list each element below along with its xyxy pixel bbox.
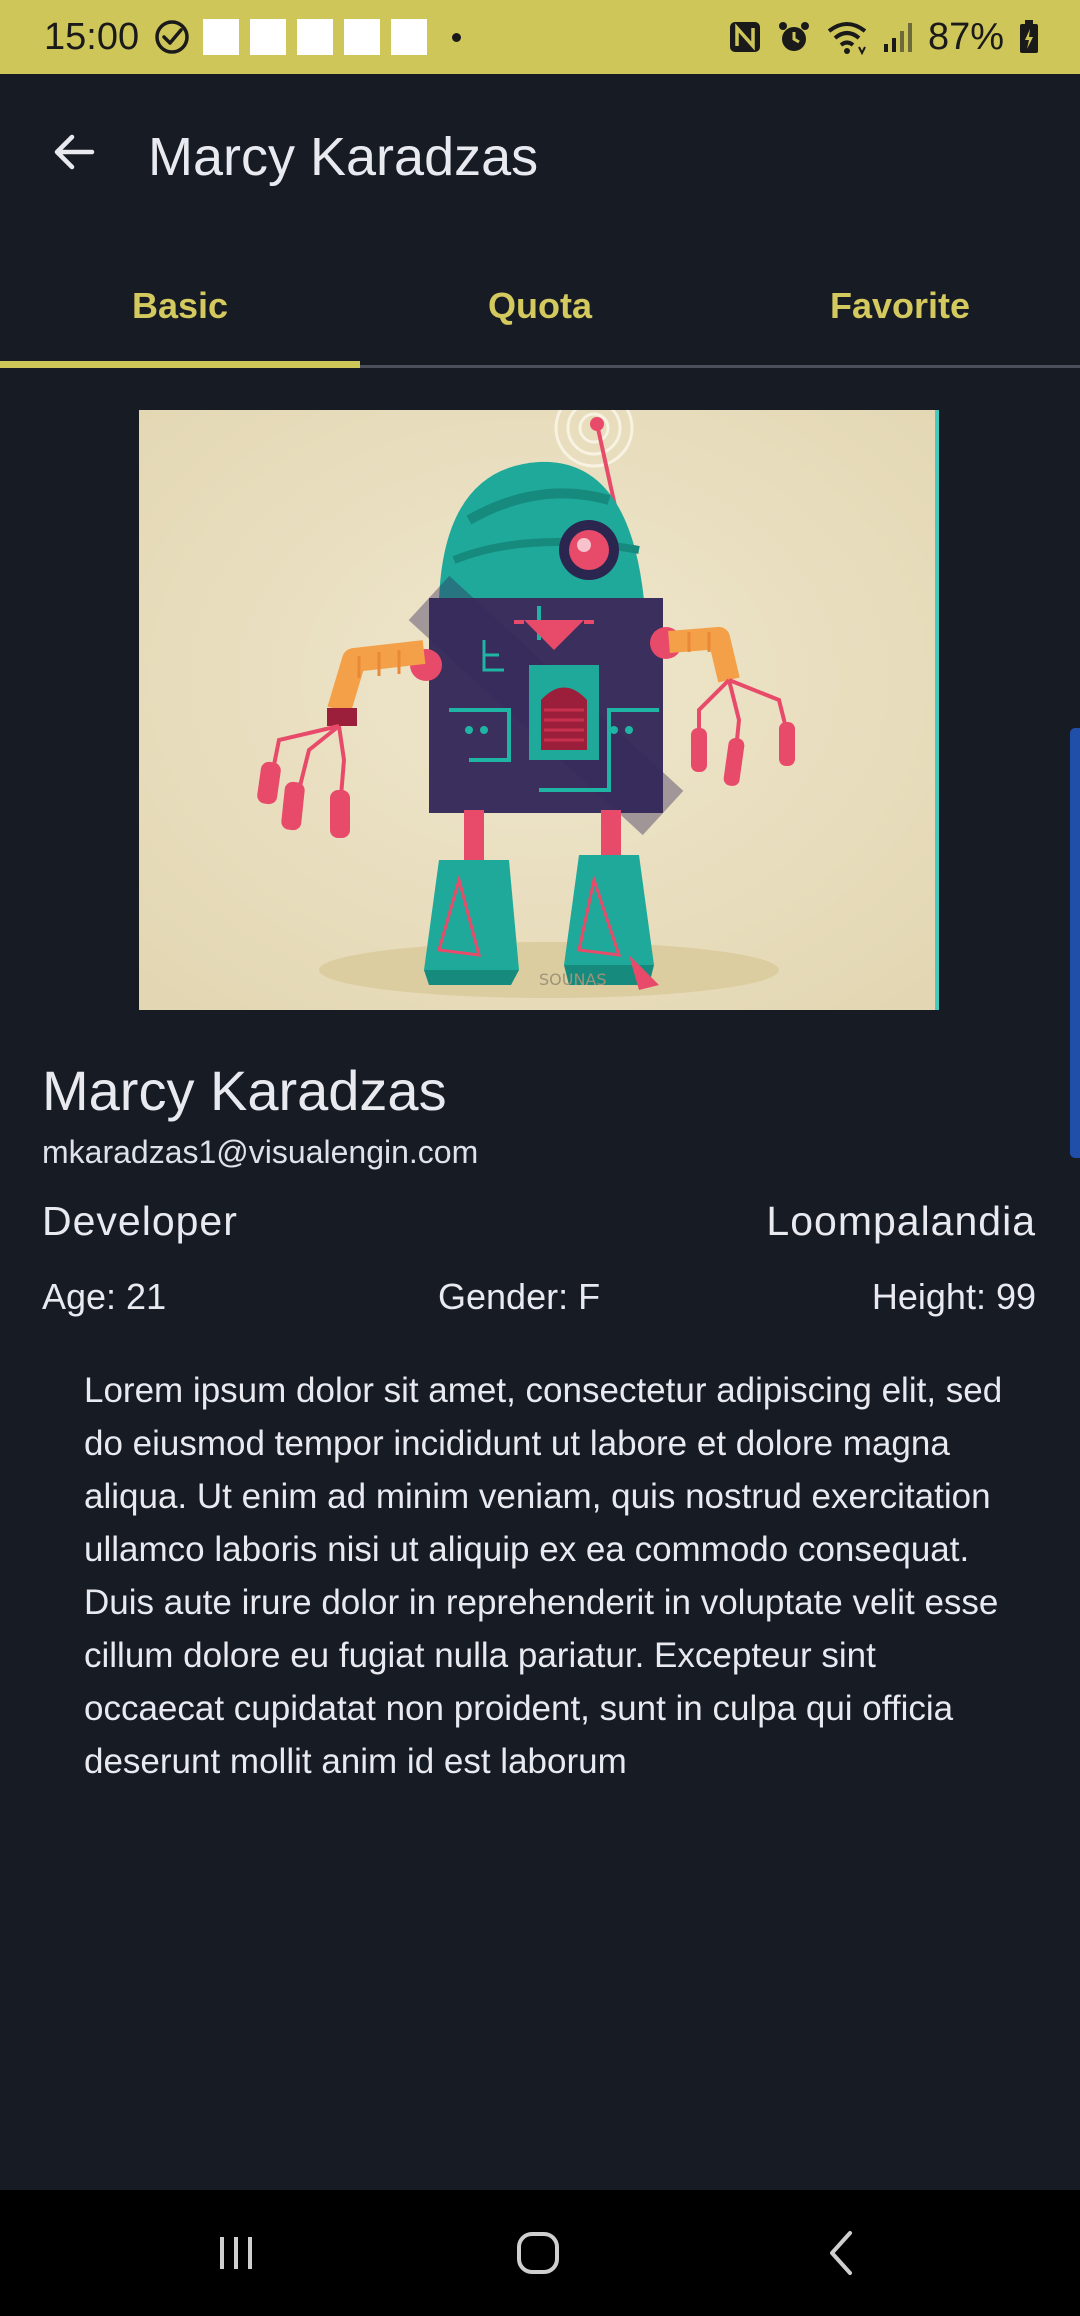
back-icon bbox=[830, 2231, 852, 2275]
nav-back-button[interactable] bbox=[797, 2218, 887, 2288]
profile-location: Loompalandia bbox=[766, 1198, 1036, 1244]
battery-charging-icon bbox=[1018, 19, 1040, 55]
scroll-indicator bbox=[1070, 728, 1080, 1158]
notification-icon bbox=[297, 19, 334, 55]
tab-favorite[interactable]: Favorite bbox=[720, 246, 1080, 365]
home-button[interactable] bbox=[493, 2218, 583, 2288]
profile-height: Height: 99 bbox=[871, 1276, 1036, 1317]
wifi-icon bbox=[826, 19, 868, 55]
system-navigation-bar bbox=[0, 2190, 1080, 2316]
profile-bio: Lorem ipsum dolor sit amet, consectetur … bbox=[84, 1371, 1003, 1781]
status-bar: 15:00 87% bbox=[0, 0, 1080, 74]
check-circle-icon bbox=[153, 18, 191, 56]
home-icon bbox=[517, 2232, 559, 2274]
image-signature-text: SOUNAS bbox=[539, 970, 607, 989]
tab-basic[interactable]: Basic bbox=[0, 246, 360, 368]
nfc-icon bbox=[728, 20, 762, 54]
signal-icon bbox=[882, 20, 914, 54]
battery-percent: 87% bbox=[927, 15, 1004, 58]
back-button[interactable] bbox=[36, 114, 112, 190]
status-time: 15:00 bbox=[44, 15, 140, 58]
status-right-icons: 87% bbox=[728, 0, 1040, 74]
recent-apps-icon bbox=[220, 2237, 252, 2269]
tab-bar: Basic Quota Favorite bbox=[0, 246, 1080, 368]
profile-age: Age: 21 bbox=[42, 1276, 167, 1317]
more-notifications-dot-icon bbox=[452, 32, 462, 42]
notification-icon bbox=[344, 19, 381, 55]
tab-quota[interactable]: Quota bbox=[360, 246, 720, 365]
profile-image: SOUNAS bbox=[139, 388, 939, 1010]
app-bar: Marcy Karadzas bbox=[0, 74, 1080, 246]
profile-email: mkaradzas1@visualengin.com bbox=[42, 1134, 479, 1170]
profile-gender: Gender: F bbox=[438, 1276, 601, 1317]
profile-name: Marcy Karadzas bbox=[42, 1059, 447, 1122]
profile-role: Developer bbox=[42, 1198, 238, 1244]
notification-icon bbox=[391, 19, 428, 55]
arrow-left-icon bbox=[54, 134, 95, 170]
recent-apps-button[interactable] bbox=[191, 2218, 281, 2288]
notification-icon bbox=[250, 19, 287, 55]
page-title: Marcy Karadzas bbox=[148, 127, 539, 187]
notification-icon bbox=[203, 19, 240, 55]
status-left-icons bbox=[153, 18, 462, 56]
alarm-icon bbox=[776, 19, 812, 55]
